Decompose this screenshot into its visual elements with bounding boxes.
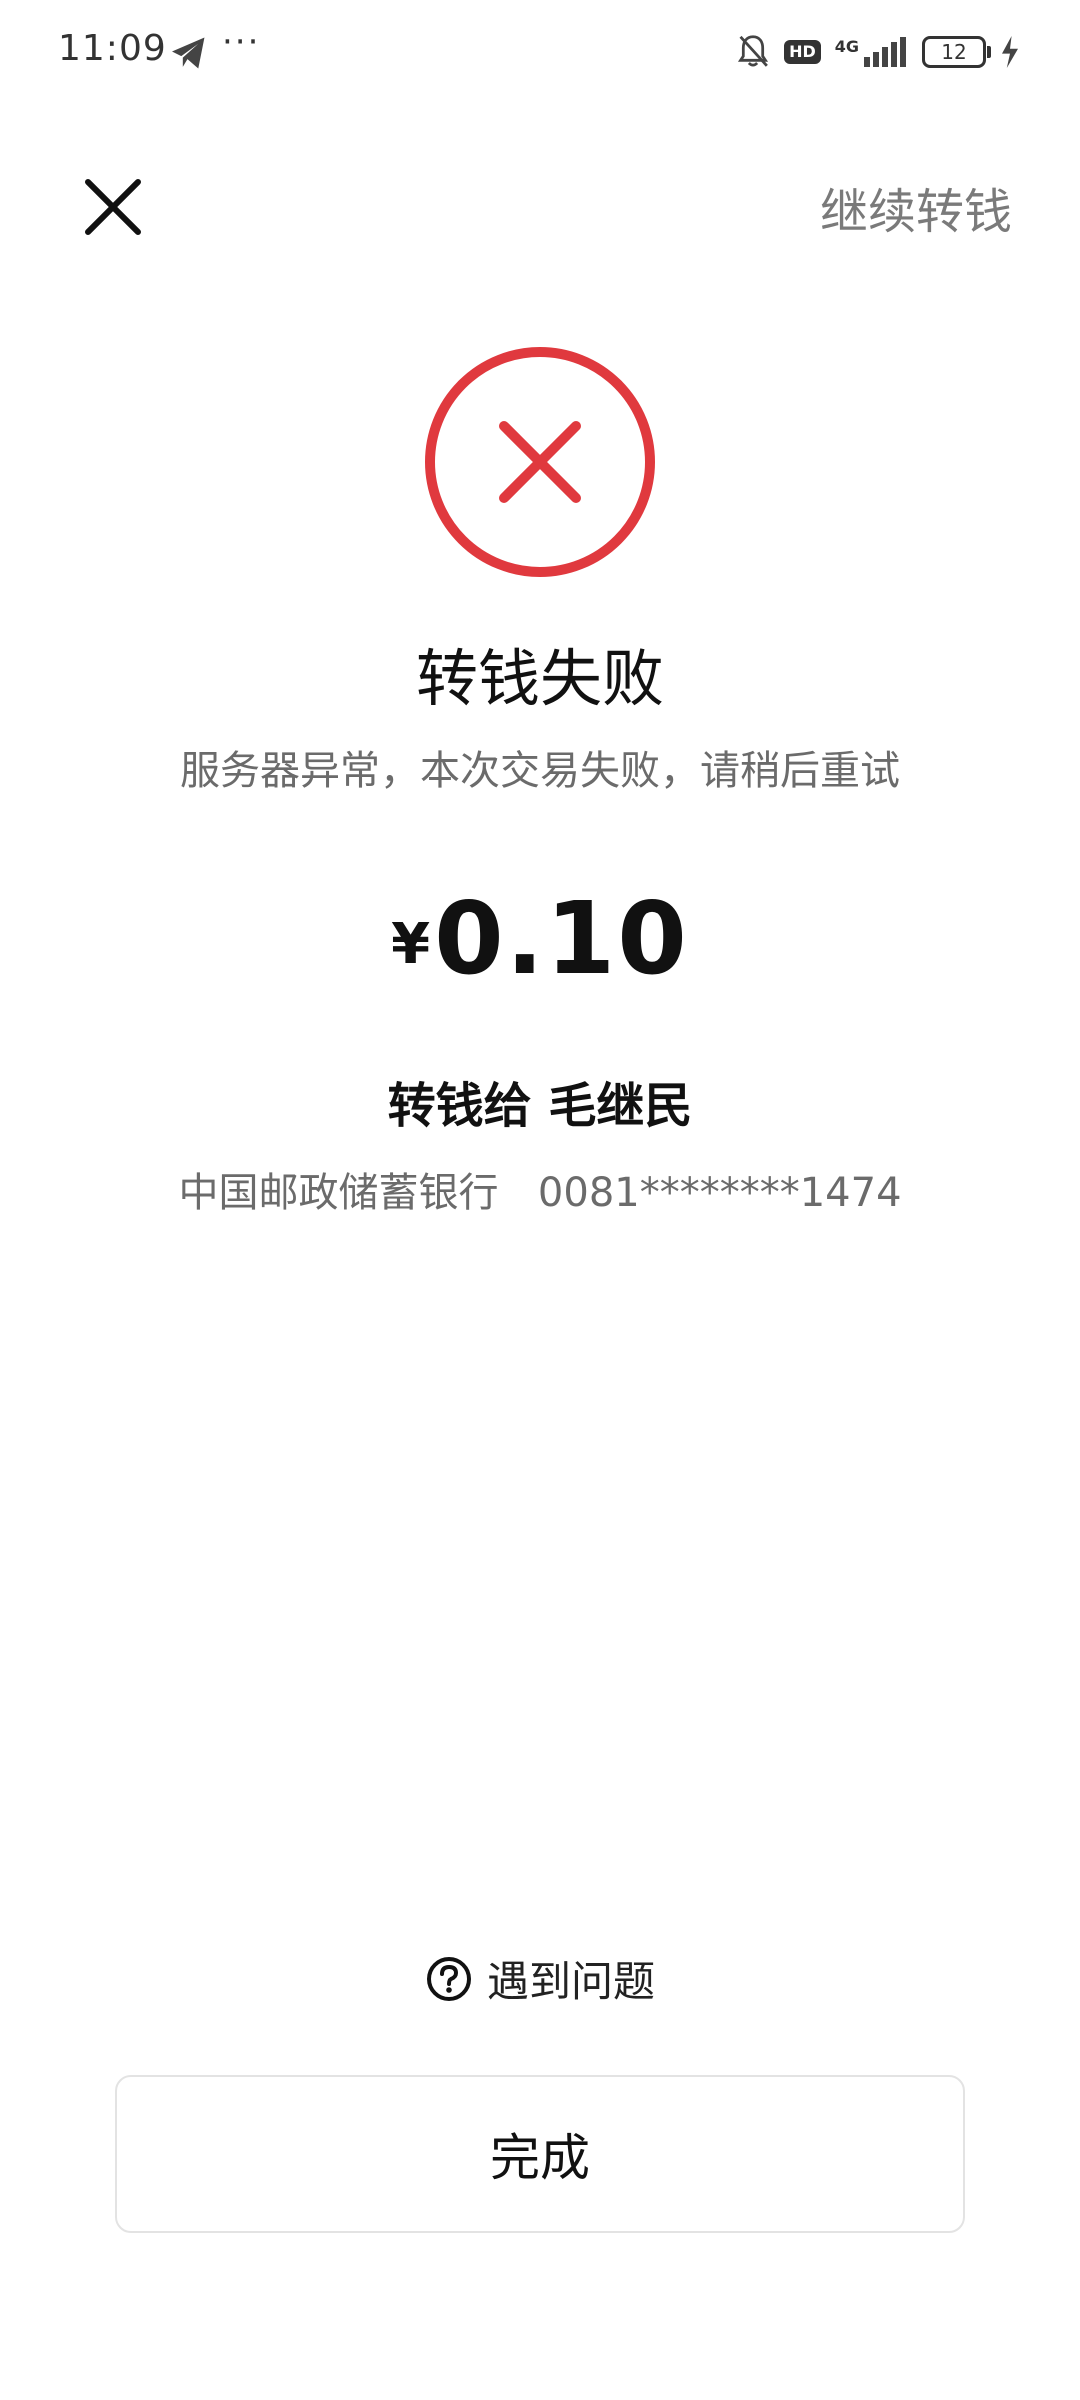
bank-name: 中国邮政储蓄银行 [178, 1170, 499, 1216]
result-title: 转钱失败 [415, 642, 664, 715]
help-link[interactable]: 遇到问题 [0, 1948, 1080, 2009]
close-icon[interactable] [82, 176, 144, 238]
charging-icon [1002, 36, 1018, 68]
hd-badge: HD [784, 40, 821, 64]
currency-symbol: ¥ [391, 912, 431, 977]
bank-account: 中国邮政储蓄银行 0081********1474 [0, 1160, 1080, 1218]
signal-group: 4G [835, 37, 908, 67]
status-time: 11:09 [58, 28, 167, 69]
result-message: 服务器异常，本次交易失败，请稍后重试 [180, 748, 900, 794]
error-x-circle-icon [425, 347, 655, 577]
battery-level: 12 [941, 40, 967, 64]
bell-muted-icon [738, 35, 769, 67]
recipient-label: 转钱给 毛继民 [387, 1078, 693, 1134]
battery-icon: 12 [922, 36, 991, 68]
question-circle-icon [426, 1956, 471, 2001]
amount: ¥0.10 [0, 880, 1080, 997]
done-button[interactable]: 完成 [115, 2075, 965, 2233]
amount-value: 0.10 [434, 880, 689, 997]
network-type: 4G [834, 37, 859, 56]
more-notifications-icon: ··· [222, 22, 261, 62]
telegram-icon [172, 37, 205, 69]
signal-icon [864, 37, 906, 67]
status-right: HD 4G 12 [736, 30, 1020, 74]
continue-transfer-link[interactable]: 继续转钱 [820, 172, 1012, 242]
help-label: 遇到问题 [486, 1957, 655, 2006]
account-number: 0081********1474 [537, 1170, 902, 1216]
